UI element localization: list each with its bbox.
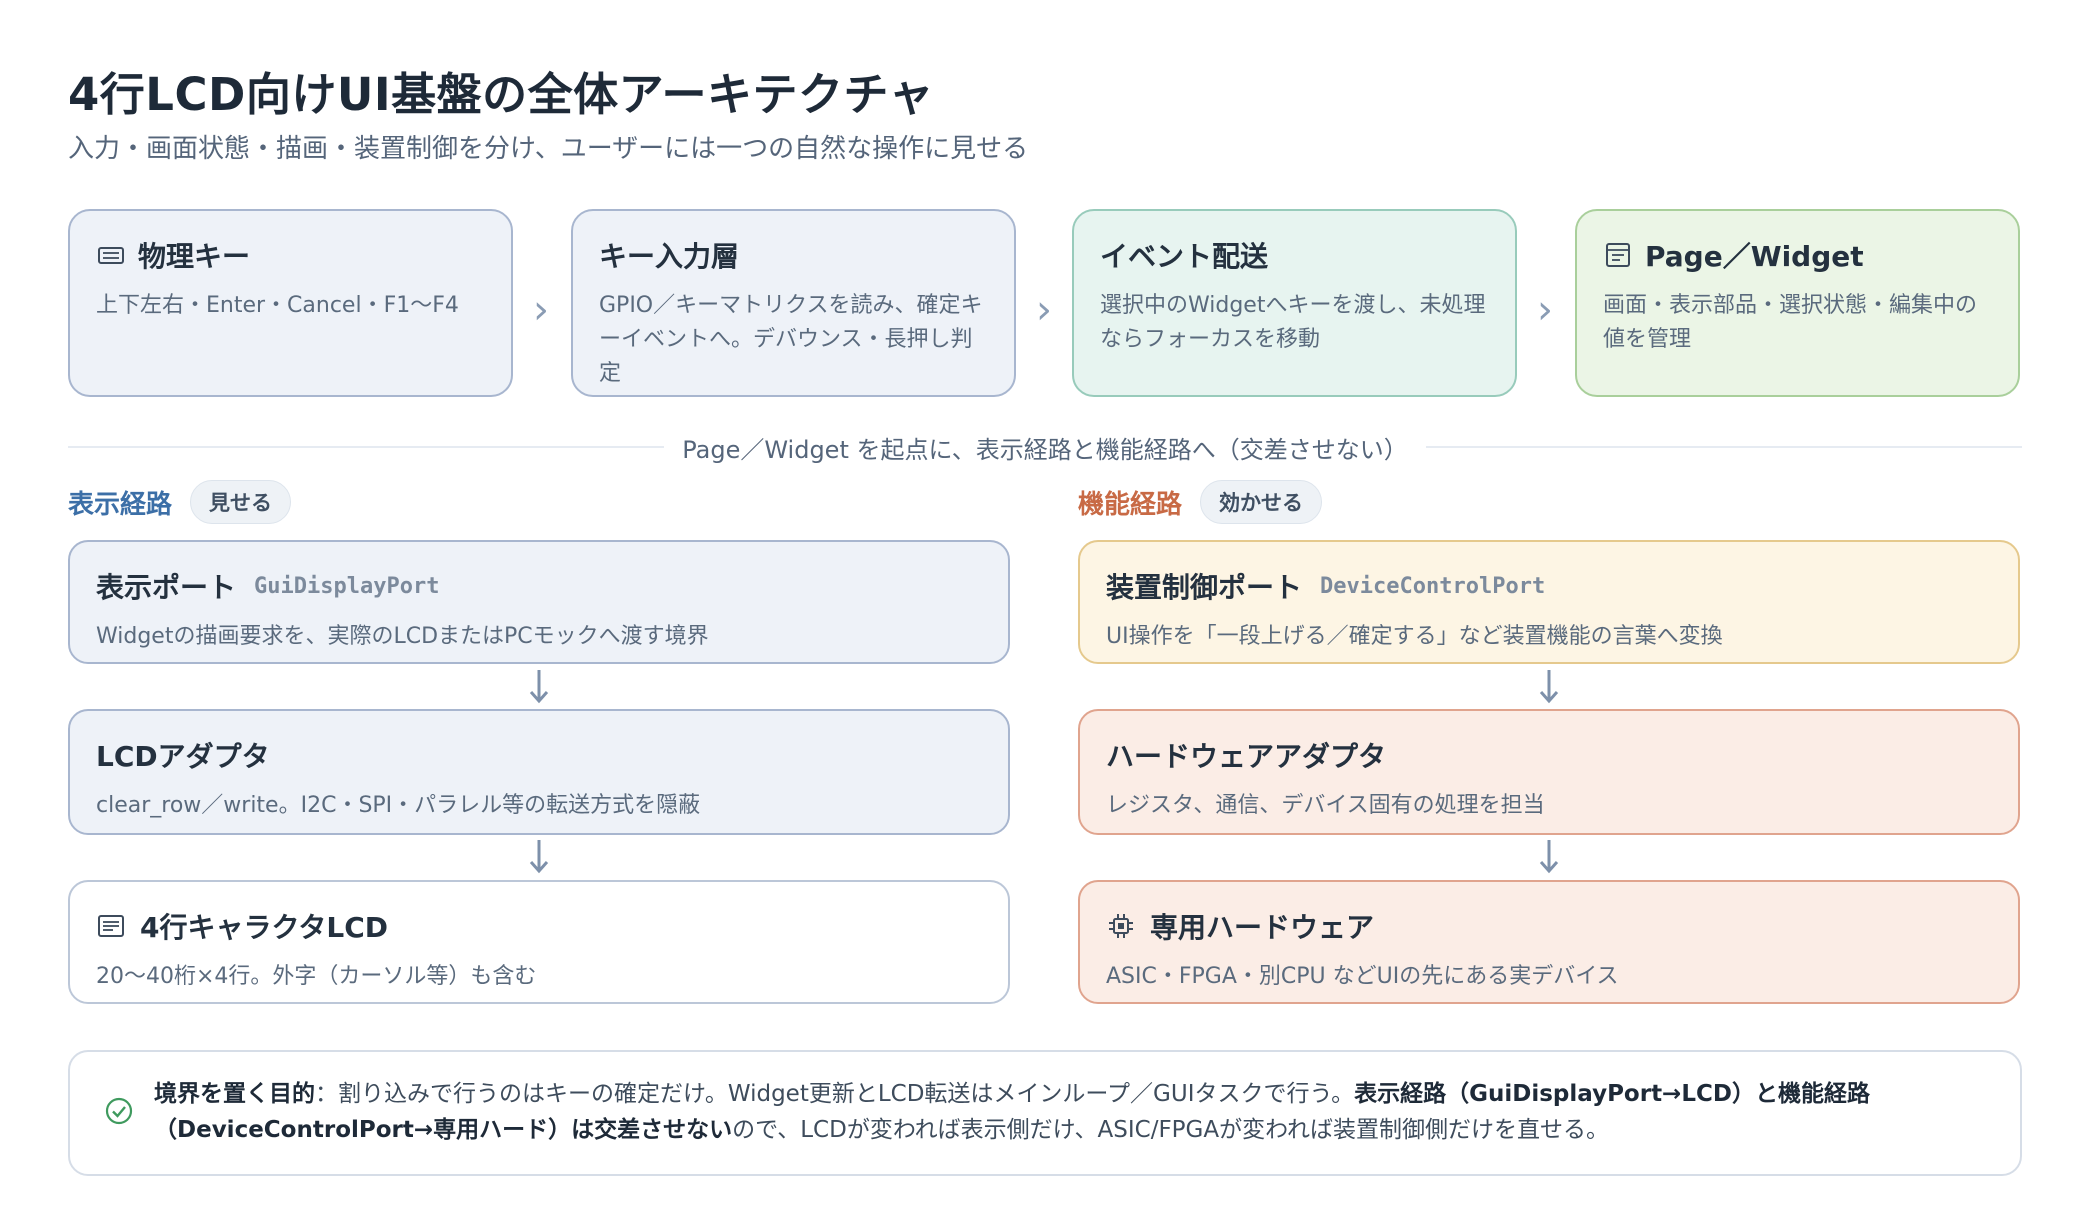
card-desc: clear_row／write。I2C・SPI・パラレル等の転送方式を隠蔽 [96,793,701,818]
page: 4行LCD向けUI基盤の全体アーキテクチャ 入力・画面状態・描画・装置制御を分け… [68,0,2022,1230]
card-lcd-adapter: LCDアダプタ clear_row／write。I2C・SPI・パラレル等の転送… [68,709,1010,835]
flow-box-key-input-layer: キー入力層 GPIO／キーマトリクスを読み、確定キーイベントへ。デバウンス・長押… [571,209,1016,397]
card-code: DeviceControlPort [1320,573,1546,599]
card-device-control-port: 装置制御ポート DeviceControlPort UI操作を「一段上げる／確定… [1078,540,2020,664]
control-path-title: 機能経路 [1078,489,1183,520]
control-path-badge: 効かせる [1200,480,1323,524]
note-text-part: ので、LCDが変われば表示側だけ、ASIC/FPGAが変われば装置制御側だけを直… [732,1117,1609,1143]
input-flow: 物理キー 上下左右・Enter・Cancel・F1〜F4 › キー入力層 GPI… [68,209,2022,401]
note-label: 境界を置く目的 [154,1081,315,1107]
flow-box-desc: 選択中のWidgetへキーを渡し、未処理ならフォーカスを移動 [1100,293,1486,352]
display-path: 表示経路 見せる 表示ポート GuiDisplayPort Widgetの描画要… [68,480,1010,1004]
chip-icon [1106,911,1136,941]
arrow-down-icon [1539,670,1559,704]
card-desc: 20〜40桁×4行。外字（カーソル等）も含む [96,964,537,989]
display-path-badge: 見せる [190,480,292,524]
keyboard-icon [96,240,126,270]
card-dedicated-hardware: 専用ハードウェア ASIC・FPGA・別CPU などUIの先にある実デバイス [1078,880,2020,1004]
display-path-title: 表示経路 [68,489,173,520]
divider-label: Page／Widget を起点に、表示経路と機能経路へ（交差させない） [68,430,2022,465]
arrow-down-icon [529,670,549,704]
flow-box-title: キー入力層 [599,240,740,273]
chevron-right-icon: › [1537,287,1553,333]
card-desc: UI操作を「一段上げる／確定する」など装置機能の言葉へ変換 [1106,624,1723,649]
flow-box-desc: GPIO／キーマトリクスを読み、確定キーイベントへ。デバウンス・長押し判定 [599,293,983,386]
page-subtitle: 入力・画面状態・描画・装置制御を分け、ユーザーには一つの自然な操作に見せる [68,134,1029,164]
card-desc: ASIC・FPGA・別CPU などUIの先にある実デバイス [1106,964,1619,989]
note-text: 境界を置く目的：割り込みで行うのはキーの確定だけ。Widget更新とLCD転送は… [154,1081,1870,1143]
page-title: 4行LCD向けUI基盤の全体アーキテクチャ [68,68,934,121]
flow-box-desc: 画面・表示部品・選択状態・編集中の値を管理 [1603,293,1978,352]
card-title: ハードウェアアダプタ [1106,740,1387,773]
card-hardware-adapter: ハードウェアアダプタ レジスタ、通信、デバイス固有の処理を担当 [1078,709,2020,835]
flow-box-event-dispatch: イベント配送 選択中のWidgetへキーを渡し、未処理ならフォーカスを移動 [1072,209,1517,397]
arrow-down-icon [529,840,549,874]
card-desc: レジスタ、通信、デバイス固有の処理を担当 [1106,793,1545,818]
card-title: 4行キャラクタLCD [140,911,388,944]
flow-box-title: イベント配送 [1100,240,1269,273]
flow-box-physical-keys: 物理キー 上下左右・Enter・Cancel・F1〜F4 [68,209,513,397]
card-title: 装置制御ポート [1106,571,1303,604]
lcd-icon [96,911,126,941]
card-code: GuiDisplayPort [254,573,440,599]
note-text-part: 割り込みで行うのはキーの確定だけ。Widget更新とLCD転送はメインループ／G… [338,1081,1355,1107]
card-desc: Widgetの描画要求を、実際のLCDまたはPCモックへ渡す境界 [96,624,709,649]
flow-box-title: Page／Widget [1645,240,1864,273]
chevron-right-icon: › [533,287,549,333]
document-icon [1603,240,1633,270]
card-title: LCDアダプタ [96,740,270,773]
card-character-lcd: 4行キャラクタLCD 20〜40桁×4行。外字（カーソル等）も含む [68,880,1010,1004]
card-display-port: 表示ポート GuiDisplayPort Widgetの描画要求を、実際のLCD… [68,540,1010,664]
card-title: 専用ハードウェア [1150,911,1375,944]
chevron-right-icon: › [1036,287,1052,333]
card-title: 表示ポート [96,571,237,604]
check-circle-icon [104,1096,134,1126]
flow-box-page-widget: Page／Widget 画面・表示部品・選択状態・編集中の値を管理 [1575,209,2020,397]
flow-box-title: 物理キー [138,240,251,273]
flow-box-desc: 上下左右・Enter・Cancel・F1〜F4 [96,293,459,318]
arrow-down-icon [1539,840,1559,874]
control-path: 機能経路 効かせる 装置制御ポート DeviceControlPort UI操作… [1078,480,2020,1004]
note-box: 境界を置く目的：割り込みで行うのはキーの確定だけ。Widget更新とLCD転送は… [68,1050,2022,1176]
